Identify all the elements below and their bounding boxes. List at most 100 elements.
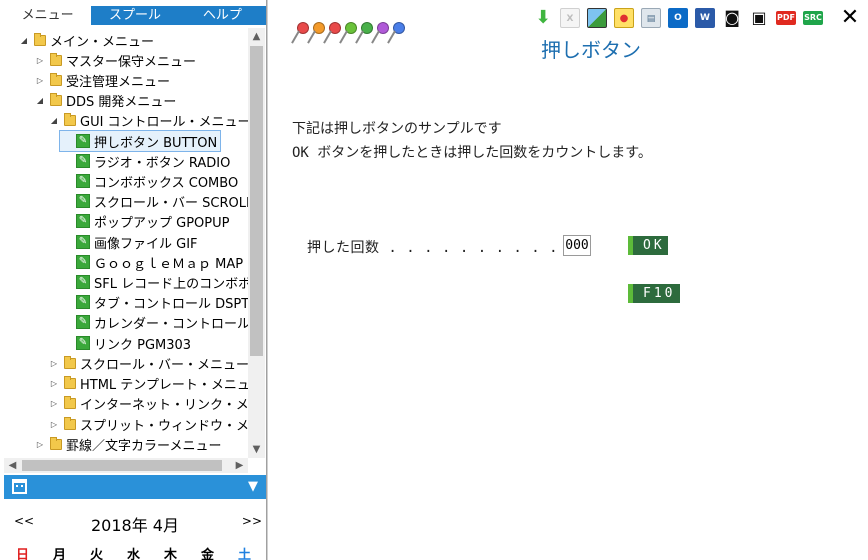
content-panel: 押しボタン ⬇ X ▤ O W ◙ ▣ PDF SRC ✕ 下記は押しボタンのサ… — [267, 0, 868, 560]
pdf-icon[interactable]: PDF — [776, 11, 796, 25]
tree-node-label: スクロール・バー・メニュー — [80, 357, 248, 373]
folder-icon — [64, 395, 76, 409]
folder-icon — [50, 52, 62, 66]
menu-tree: ◢ メイン・メニュー ▷ マスター保守メニュー ▷ 受注管理メニュー ◢ DDS… — [4, 28, 248, 458]
tree-node-label: ポップアップ GPOPUP — [94, 215, 230, 231]
tree-node-radio[interactable]: ✎ ラジオ・ボタン RADIO — [76, 151, 230, 171]
weekday-friday: 金 — [200, 548, 214, 560]
folder-icon — [50, 92, 62, 106]
calendar-bar: ▼ — [4, 475, 266, 499]
tree-node-split-window[interactable]: ▷ スプリット・ウィンドウ・メニュー — [48, 414, 248, 434]
tree-node-ruled-line-color[interactable]: ▷ 罫線／文字カラーメニュー — [34, 434, 221, 454]
expanded-arrow-icon[interactable]: ◢ — [34, 94, 46, 106]
source-icon[interactable]: SRC — [803, 11, 823, 25]
pencil-icon: ✎ — [76, 235, 90, 249]
tab-spool[interactable]: スプール — [91, 6, 178, 25]
collapsed-arrow-icon[interactable]: ▷ — [48, 397, 60, 409]
expanded-arrow-icon[interactable]: ◢ — [48, 114, 60, 126]
tree-node-label: スプリット・ウィンドウ・メニュー — [80, 418, 248, 434]
tree-node-gif[interactable]: ✎ 画像ファイル GIF — [76, 232, 198, 252]
tree-horizontal-scrollbar[interactable]: ◀ ▶ — [4, 458, 248, 473]
tree-node-button[interactable]: ✎ 押しボタン BUTTON — [59, 130, 221, 152]
tree-node-label: インターネット・リンク・メニュー — [80, 397, 248, 413]
folder-icon — [64, 375, 76, 389]
tree-node-label: メイン・メニュー — [50, 34, 155, 50]
folder-icon — [64, 112, 76, 126]
tab-menu[interactable]: メニュー — [4, 6, 92, 25]
camera-icon[interactable]: ◙ — [722, 8, 742, 28]
tree-node-master-maintenance[interactable]: ▷ マスター保守メニュー — [34, 50, 196, 70]
collapsed-arrow-icon[interactable]: ▷ — [34, 54, 46, 66]
download-icon[interactable]: ⬇ — [533, 8, 553, 28]
folder-icon — [50, 72, 62, 86]
notebook-icon[interactable]: ▤ — [641, 8, 661, 28]
pins-logo — [294, 22, 405, 46]
tree-node-scrollbar-menu[interactable]: ▷ スクロール・バー・メニュー — [48, 353, 248, 373]
tree-node-label: ラジオ・ボタン RADIO — [94, 155, 231, 171]
collapsed-arrow-icon[interactable]: ▷ — [48, 377, 60, 389]
folder-icon — [34, 32, 46, 46]
pencil-icon: ✎ — [76, 295, 90, 309]
ok-button[interactable]: OK — [628, 236, 668, 255]
weekday-monday: 月 — [52, 548, 66, 560]
tree-node-link[interactable]: ✎ リンク PGM303 — [76, 333, 191, 353]
calendar-month-title: 2018年 4月 — [91, 516, 179, 535]
tree-node-html-template[interactable]: ▷ HTML テンプレート・メニュー — [48, 373, 248, 393]
tree-node-calendar[interactable]: ✎ カレンダー・コントロール — [76, 312, 248, 332]
tree-node-order-management[interactable]: ▷ 受注管理メニュー — [34, 70, 170, 90]
tree-node-label: SFL レコード上のコンボボックス — [94, 276, 248, 292]
calendar-icon — [12, 479, 27, 494]
tree-node-sfl-combo[interactable]: ✎ SFL レコード上のコンボボックス — [76, 272, 248, 292]
scroll-up-icon[interactable]: ▲ — [248, 28, 265, 45]
word-icon[interactable]: W — [695, 8, 715, 28]
tree-vertical-scrollbar[interactable]: ▲ ▼ — [248, 28, 265, 458]
pencil-icon: ✎ — [76, 134, 90, 148]
collapsed-arrow-icon[interactable]: ▷ — [34, 438, 46, 450]
pencil-icon: ✎ — [76, 275, 90, 289]
weekday-wednesday: 水 — [126, 548, 140, 560]
scroll-thumb[interactable] — [250, 46, 263, 356]
pencil-icon: ✎ — [76, 174, 90, 188]
calendar-weekdays: 日 月 火 水 木 金 土 — [4, 544, 266, 560]
tree-node-gui-control[interactable]: ◢ GUI コントロール・メニュー — [48, 110, 248, 130]
printer-icon[interactable]: ▣ — [749, 8, 769, 28]
scroll-right-icon[interactable]: ▶ — [231, 458, 248, 473]
panel-tabs: メニュー スプール ヘルプ — [4, 6, 266, 25]
folder-icon — [50, 436, 62, 450]
image-icon[interactable] — [587, 8, 607, 28]
tree-node-combo[interactable]: ✎ コンボボックス COMBO — [76, 171, 238, 191]
close-icon[interactable]: ✕ — [840, 7, 860, 29]
press-count-label: 押した回数 . . . . . . . . . . — [307, 240, 559, 256]
collapsed-arrow-icon[interactable]: ▷ — [48, 418, 60, 430]
excel-icon[interactable]: X — [560, 8, 580, 28]
tree-node-main-menu[interactable]: ◢ メイン・メニュー — [18, 30, 154, 50]
collapsed-arrow-icon[interactable]: ▷ — [34, 74, 46, 86]
pencil-icon: ✎ — [76, 255, 90, 269]
tree-node-googlemap[interactable]: ✎ ＧｏｏｇｌｅＭａｐ MAP — [76, 252, 243, 272]
navigation-panel: メニュー スプール ヘルプ ◢ メイン・メニュー ▷ マスター保守メニュー ▷ … — [0, 0, 267, 560]
tree-node-internet-link[interactable]: ▷ インターネット・リンク・メニュー — [48, 393, 248, 413]
collapse-triangle-icon[interactable]: ▼ — [248, 479, 258, 495]
weekday-sunday: 日 — [15, 548, 29, 560]
scroll-left-icon[interactable]: ◀ — [4, 458, 21, 473]
calendar-next-button[interactable]: >> — [242, 514, 262, 528]
collapsed-arrow-icon[interactable]: ▷ — [48, 357, 60, 369]
tree-node-label: HTML テンプレート・メニュー — [80, 377, 248, 393]
pencil-icon: ✎ — [76, 336, 90, 350]
page-title: 押しボタン — [541, 38, 641, 62]
f10-button[interactable]: F10 — [628, 284, 680, 303]
scroll-thumb[interactable] — [22, 460, 222, 471]
tab-help[interactable]: ヘルプ — [179, 6, 266, 25]
expanded-arrow-icon[interactable]: ◢ — [18, 34, 30, 46]
palette-icon[interactable] — [614, 8, 634, 28]
tree-node-scroll[interactable]: ✎ スクロール・バー SCROLL — [76, 191, 248, 211]
tree-node-dds-development[interactable]: ◢ DDS 開発メニュー — [34, 90, 176, 110]
outlook-icon[interactable]: O — [668, 8, 688, 28]
tree-node-dsptab[interactable]: ✎ タブ・コントロール DSPTAB — [76, 292, 248, 312]
tree-node-gpopup[interactable]: ✎ ポップアップ GPOPUP — [76, 211, 229, 231]
tree-node-label: 画像ファイル GIF — [94, 236, 198, 252]
weekday-thursday: 木 — [163, 548, 177, 560]
tree-node-label: 罫線／文字カラーメニュー — [66, 438, 222, 454]
weekday-saturday: 土 — [237, 548, 251, 560]
scroll-down-icon[interactable]: ▼ — [248, 441, 265, 458]
